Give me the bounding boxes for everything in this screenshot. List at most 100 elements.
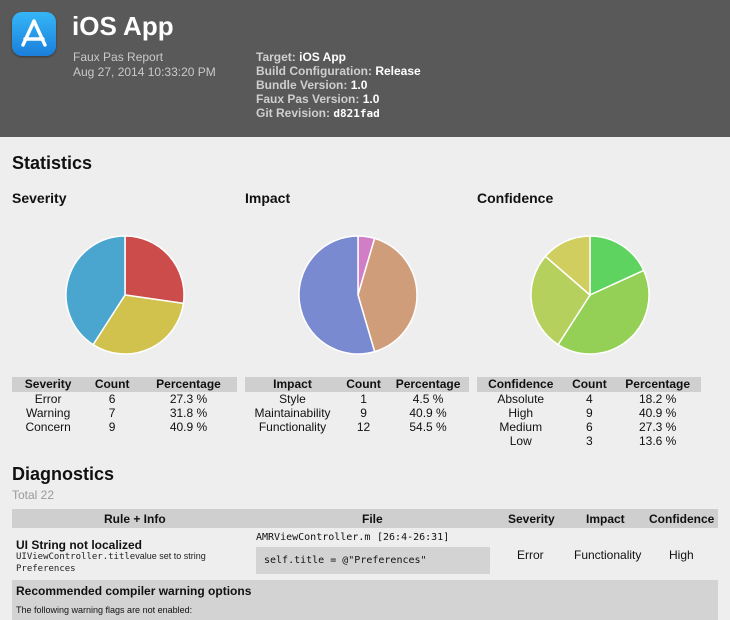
row-count: 12 (356, 420, 371, 434)
statistics-heading: Statistics (12, 153, 93, 173)
row-count: 3 (586, 434, 593, 448)
table-row: Maintainability 9 40.9 % (245, 406, 469, 420)
row-name: Maintainability (254, 406, 331, 420)
table-row: Concern 9 40.9 % (12, 420, 237, 434)
confidence-table: Confidence Count Percentage Absolute 4 1… (477, 377, 701, 448)
row-count: 9 (108, 420, 116, 434)
row-name: Low (509, 434, 532, 448)
app-title: iOS App (72, 11, 174, 41)
severity-pie-chart (65, 235, 185, 355)
row-percentage: 40.9 % (169, 420, 208, 434)
row-percentage: 18.2 % (638, 392, 677, 406)
diagnostics-table-header: Rule + Info File Severity Impact Confide… (12, 509, 718, 528)
table-row: Functionality 12 54.5 % (245, 420, 469, 434)
row-percentage: 4.5 % (412, 392, 444, 406)
recommended-text: The following warning flags are not enab… (16, 605, 193, 615)
row-name: Concern (25, 420, 71, 434)
severity-value: Error (517, 548, 544, 562)
rule-info-col-header: Rule + Info (104, 512, 166, 526)
file-link[interactable]: AMRViewController.m (256, 532, 370, 543)
row-name: Functionality (258, 420, 327, 434)
severity-table: Severity Count Percentage Error 6 27.3 %… (12, 377, 237, 434)
row-count: 7 (108, 406, 116, 420)
row-percentage: 31.8 % (169, 406, 208, 420)
pie-slice-error (124, 235, 185, 305)
diagnostics-heading: Diagnostics (12, 464, 115, 484)
target-value: iOS App (299, 50, 347, 64)
rule-info-code-2: Preferences (16, 564, 76, 574)
row-name: High (508, 406, 534, 420)
row-count: 6 (108, 392, 116, 406)
row-count: 6 (586, 420, 593, 434)
code-snippet-text: self.title = @"Preferences" (264, 555, 427, 566)
fauxpas-version-label: Faux Pas Version: (256, 92, 360, 106)
percentage-col-header: Percentage (614, 377, 701, 392)
percentage-col-header: Percentage (387, 377, 469, 392)
build-config-value: Release (375, 64, 421, 78)
report-header: iOS App Faux Pas Report Aug 27, 2014 10:… (0, 0, 730, 137)
table-row: High 9 40.9 % (477, 406, 701, 420)
row-percentage: 54.5 % (409, 420, 447, 434)
confidence-pie-chart (530, 235, 650, 355)
target-label: Target: (256, 50, 296, 64)
severity-col-header: Severity (508, 512, 555, 526)
file-range: [26:4-26:31] (377, 532, 450, 543)
table-row: Absolute 4 18.2 % (477, 392, 701, 406)
build-metadata: Target: iOS App Build Configuration: Rel… (256, 50, 421, 121)
impact-value: Functionality (574, 548, 642, 562)
recommended-title: Recommended compiler warning options (16, 584, 252, 598)
impact-col-header: Impact (245, 377, 341, 392)
confidence-value: High (669, 548, 694, 562)
row-name: Error (34, 392, 62, 406)
diagnostic-row[interactable]: UI String not localized UIViewController… (12, 528, 718, 580)
impact-table: Impact Count Percentage Style 1 4.5 % Ma… (245, 377, 469, 434)
row-percentage: 40.9 % (638, 406, 677, 420)
report-name: Faux Pas Report (73, 50, 164, 64)
severity-heading: Severity (12, 190, 67, 206)
impact-col-header: Impact (586, 512, 625, 526)
row-name: Style (279, 392, 306, 406)
row-percentage: 13.6 % (638, 434, 677, 448)
rule-info-code: UIViewController.title (16, 552, 136, 562)
row-count: 4 (586, 392, 593, 406)
report-date: Aug 27, 2014 10:33:20 PM (73, 65, 216, 79)
row-percentage: 27.3 % (169, 392, 208, 406)
row-name: Warning (26, 406, 71, 420)
count-col-header: Count (84, 377, 141, 392)
git-revision-value: d821fad (333, 107, 380, 120)
impact-heading: Impact (245, 190, 291, 206)
rule-info: UIViewController.titlevalue set to strin… (16, 551, 246, 575)
confidence-col-header: Confidence (477, 377, 565, 392)
table-row: Medium 6 27.3 % (477, 420, 701, 434)
count-col-header: Count (340, 377, 388, 392)
diagnostics-total: Total 22 (12, 488, 55, 502)
file-col-header: File (362, 512, 383, 526)
confidence-heading: Confidence (477, 190, 554, 206)
build-config-label: Build Configuration: (256, 64, 372, 78)
app-store-icon (12, 12, 56, 56)
row-percentage: 40.9 % (409, 406, 447, 420)
bundle-version-value: 1.0 (350, 78, 368, 92)
table-row: Low 3 13.6 % (477, 434, 701, 448)
rule-title[interactable]: UI String not localized (16, 538, 142, 552)
bundle-version-label: Bundle Version: (256, 78, 348, 92)
table-row: Style 1 4.5 % (245, 392, 469, 406)
rule-info-text: value set to string (135, 551, 206, 561)
table-row: Warning 7 31.8 % (12, 406, 237, 420)
count-col-header: Count (564, 377, 615, 392)
row-count: 9 (360, 406, 367, 420)
table-row: Error 6 27.3 % (12, 392, 237, 406)
row-name: Medium (499, 420, 543, 434)
confidence-col-header: Confidence (649, 512, 715, 526)
fauxpas-version-value: 1.0 (362, 92, 380, 106)
row-count: 1 (360, 392, 367, 406)
percentage-col-header: Percentage (140, 377, 237, 392)
recommended-warnings-row[interactable]: Recommended compiler warning options The… (12, 580, 718, 620)
severity-col-header: Severity (12, 377, 85, 392)
git-revision-label: Git Revision: (256, 106, 331, 120)
impact-pie-chart (298, 235, 418, 355)
row-count: 9 (586, 406, 593, 420)
code-snippet: self.title = @"Preferences" (256, 547, 490, 574)
row-percentage: 27.3 % (638, 420, 677, 434)
row-name: Absolute (497, 392, 545, 406)
